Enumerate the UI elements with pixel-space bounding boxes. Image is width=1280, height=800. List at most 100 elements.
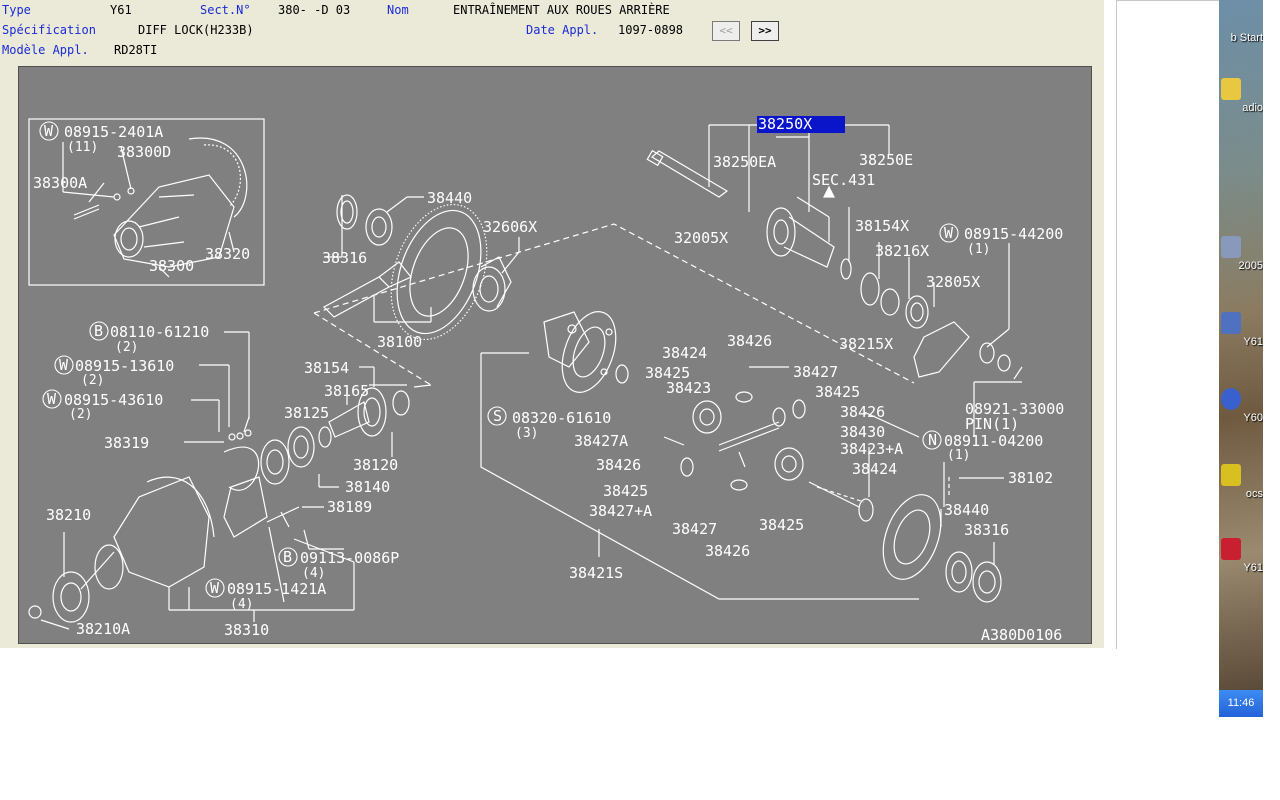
part-label[interactable]: 38427A	[574, 432, 628, 450]
part-label[interactable]: 38300D	[117, 143, 171, 161]
model-label: Modèle Appl.	[2, 43, 89, 57]
part-label[interactable]: 38120	[353, 456, 398, 474]
disc-icon	[1221, 312, 1241, 334]
part-qty: (2)	[81, 373, 104, 388]
part-label[interactable]: 38440	[944, 501, 989, 519]
desktop-icon[interactable]: b Start	[1219, 32, 1263, 44]
previous-page-button[interactable]: <<	[712, 21, 740, 41]
desktop-icon-label: b Start	[1230, 32, 1263, 44]
part-label[interactable]: 38316	[322, 249, 367, 267]
part-label[interactable]: 38423+A	[840, 440, 903, 458]
desktop-icon-label: Y61	[1243, 562, 1263, 574]
desktop-icon[interactable]: ocs	[1219, 464, 1263, 500]
section-value: 380- -D 03	[278, 3, 351, 17]
part-qty: (2)	[115, 340, 138, 355]
desktop-icon-label: adio	[1242, 102, 1263, 114]
disc-icon	[1221, 236, 1241, 258]
part-qty: (1)	[967, 242, 990, 257]
part-label[interactable]: 38425	[759, 516, 804, 534]
part-label[interactable]: 38427	[793, 363, 838, 381]
type-label: Type	[2, 3, 31, 17]
part-label[interactable]: 38426	[727, 332, 772, 350]
axle-housing-shape	[113, 476, 210, 588]
part-label[interactable]: 08110-61210	[110, 323, 209, 341]
part-label[interactable]: 38427	[672, 520, 717, 538]
drawing-code: A380D0106	[981, 626, 1062, 643]
part-label[interactable]: 38425	[603, 482, 648, 500]
part-label[interactable]: 08915-1421A	[227, 580, 326, 598]
part-label[interactable]: 32805X	[926, 273, 980, 291]
part-label[interactable]: 38102	[1008, 469, 1053, 487]
part-label[interactable]: 38426	[596, 456, 641, 474]
part-label[interactable]: 38100	[377, 333, 422, 351]
desktop-icon-label: 2005	[1238, 260, 1263, 272]
part-label[interactable]: 38424	[662, 344, 707, 362]
svg-text:N: N	[928, 431, 937, 449]
part-label[interactable]: 32005X	[674, 229, 728, 247]
name-label: Nom	[387, 3, 409, 17]
svg-text:W: W	[59, 356, 69, 374]
part-label[interactable]: 38310	[224, 621, 269, 639]
part-label[interactable]: 38440	[427, 189, 472, 207]
svg-text:W: W	[44, 122, 54, 140]
taskbar-clock[interactable]: 11:46	[1219, 690, 1263, 717]
part-label[interactable]: 38189	[327, 498, 372, 516]
part-label[interactable]: 38320	[205, 245, 250, 263]
next-page-button[interactable]: >>	[751, 21, 779, 41]
folder-icon	[1221, 78, 1241, 100]
part-label[interactable]: 38300	[149, 257, 194, 275]
desktop-icon[interactable]: Y61	[1219, 538, 1263, 574]
part-label[interactable]: 08320-61610	[512, 409, 611, 427]
part-label[interactable]: 38426	[840, 403, 885, 421]
part-label[interactable]: 38210A	[76, 620, 130, 638]
part-label[interactable]: 38426	[705, 542, 750, 560]
part-label[interactable]: 38140	[345, 478, 390, 496]
part-qty: (11)	[67, 140, 98, 155]
part-label[interactable]: 38215X	[839, 335, 893, 353]
part-qty: (4)	[302, 566, 325, 581]
part-qty: (3)	[515, 426, 538, 441]
part-label[interactable]: 38423	[666, 379, 711, 397]
part-label[interactable]: 38316	[964, 521, 1009, 539]
part-label[interactable]: 38250EA	[713, 153, 776, 171]
date-label: Date Appl.	[526, 23, 599, 37]
model-value: RD28TI	[114, 43, 158, 57]
type-value: Y61	[110, 3, 132, 17]
part-label[interactable]: 38210	[46, 506, 91, 524]
section-label: Sect.N°	[200, 3, 251, 17]
desktop-icon[interactable]: 2005	[1219, 236, 1263, 272]
part-label[interactable]: 38165	[324, 382, 369, 400]
part-qty: (1)	[947, 448, 970, 463]
part-label[interactable]: 38216X	[875, 242, 929, 260]
part-label[interactable]: 38424	[852, 460, 897, 478]
part-label[interactable]: 38425	[815, 383, 860, 401]
parts-catalog-window: Type Y61 Sect.N° 380- -D 03 Nom ENTRAÎNE…	[0, 0, 1104, 648]
part-label[interactable]: 38154X	[855, 217, 909, 235]
part-label[interactable]: 38250E	[859, 151, 913, 169]
selected-part-label[interactable]: 38250X	[758, 115, 812, 133]
section-reference: SEC.431	[812, 171, 875, 189]
part-label[interactable]: 38300A	[33, 174, 87, 192]
exploded-view-drawing: WBW WSB WWN 08915-2401A (11) 38300D 3830…	[28, 115, 1064, 643]
desktop-icon[interactable]: Y61	[1219, 312, 1263, 348]
part-label[interactable]: 38319	[104, 434, 149, 452]
svg-text:W: W	[47, 390, 57, 408]
part-label[interactable]: 08915-2401A	[64, 123, 163, 141]
part-label[interactable]: 38427+A	[589, 502, 652, 520]
date-value: 1097-0898	[618, 23, 684, 37]
part-label[interactable]: 08915-44200	[964, 225, 1063, 243]
desktop-icon-label: Y61	[1243, 336, 1263, 348]
part-qty: (2)	[69, 407, 92, 422]
desktop-icon[interactable]: adio	[1219, 78, 1263, 114]
desktop-icon-label: ocs	[1245, 488, 1263, 500]
gear-icon	[1221, 388, 1241, 410]
part-label[interactable]: 38125	[284, 404, 329, 422]
part-label[interactable]: 38430	[840, 423, 885, 441]
desktop-icon[interactable]: Y60	[1219, 388, 1263, 424]
part-label[interactable]: 09113-0086P	[300, 549, 399, 567]
part-label[interactable]: 38154	[304, 359, 349, 377]
part-label[interactable]: 32606X	[483, 218, 537, 236]
part-label[interactable]: 38421S	[569, 564, 623, 582]
svg-text:B: B	[283, 548, 292, 566]
desktop-background: b Start adio 2005 Y61 Y60 ocs Y61	[1219, 0, 1263, 690]
